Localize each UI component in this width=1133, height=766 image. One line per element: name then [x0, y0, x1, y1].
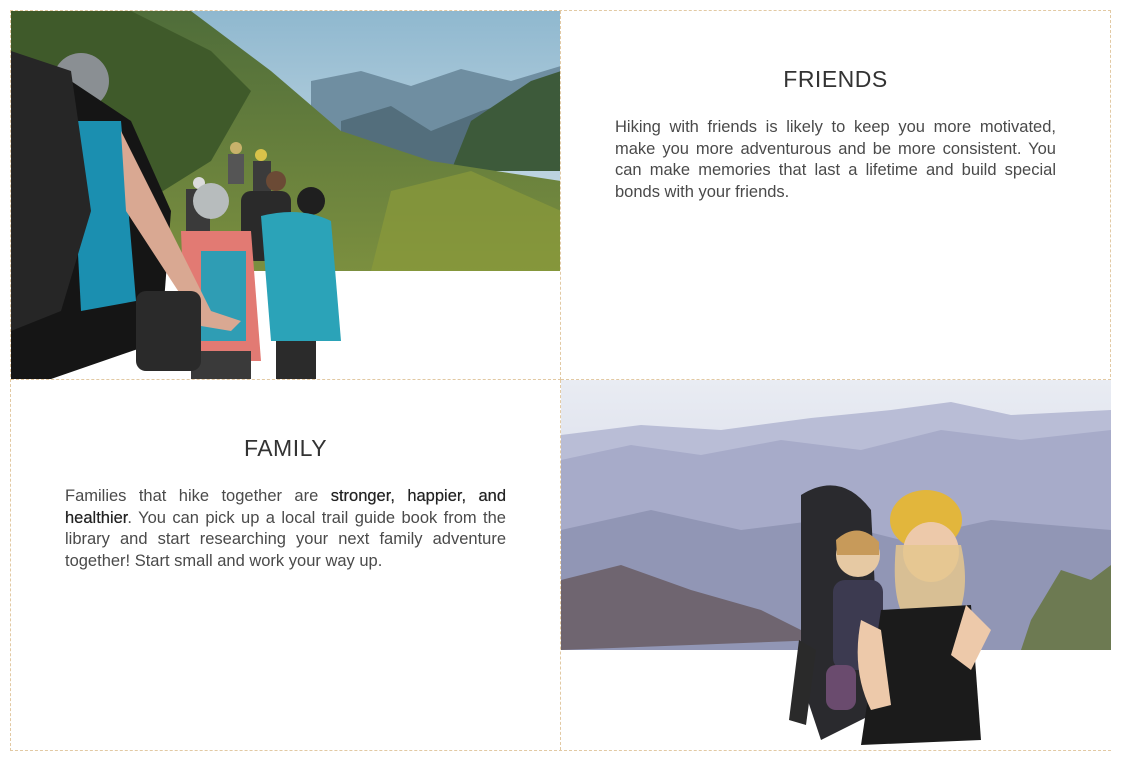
family-body-rest: . You can pick up a local trail guide bo… [65, 508, 506, 571]
hiking-cards-grid: FRIENDS Hiking with friends is likely to… [10, 10, 1111, 751]
family-body: Families that hike together are stronger… [65, 486, 506, 573]
friends-text-cell: FRIENDS Hiking with friends is likely to… [561, 11, 1111, 380]
friends-hiking-photo [11, 11, 560, 379]
friends-text-block: FRIENDS Hiking with friends is likely to… [615, 66, 1056, 204]
friends-image-cell [11, 11, 561, 380]
family-hiking-photo [561, 380, 1111, 750]
family-text-block: FAMILY Families that hike together are s… [65, 435, 506, 573]
friends-body: Hiking with friends is likely to keep yo… [615, 118, 1056, 202]
friends-title: FRIENDS [783, 66, 888, 92]
family-image-cell [561, 380, 1111, 750]
family-title: FAMILY [243, 435, 328, 461]
family-text-cell: FAMILY Families that hike together are s… [11, 380, 561, 750]
family-body-intro: Families that hike together are [65, 487, 331, 505]
